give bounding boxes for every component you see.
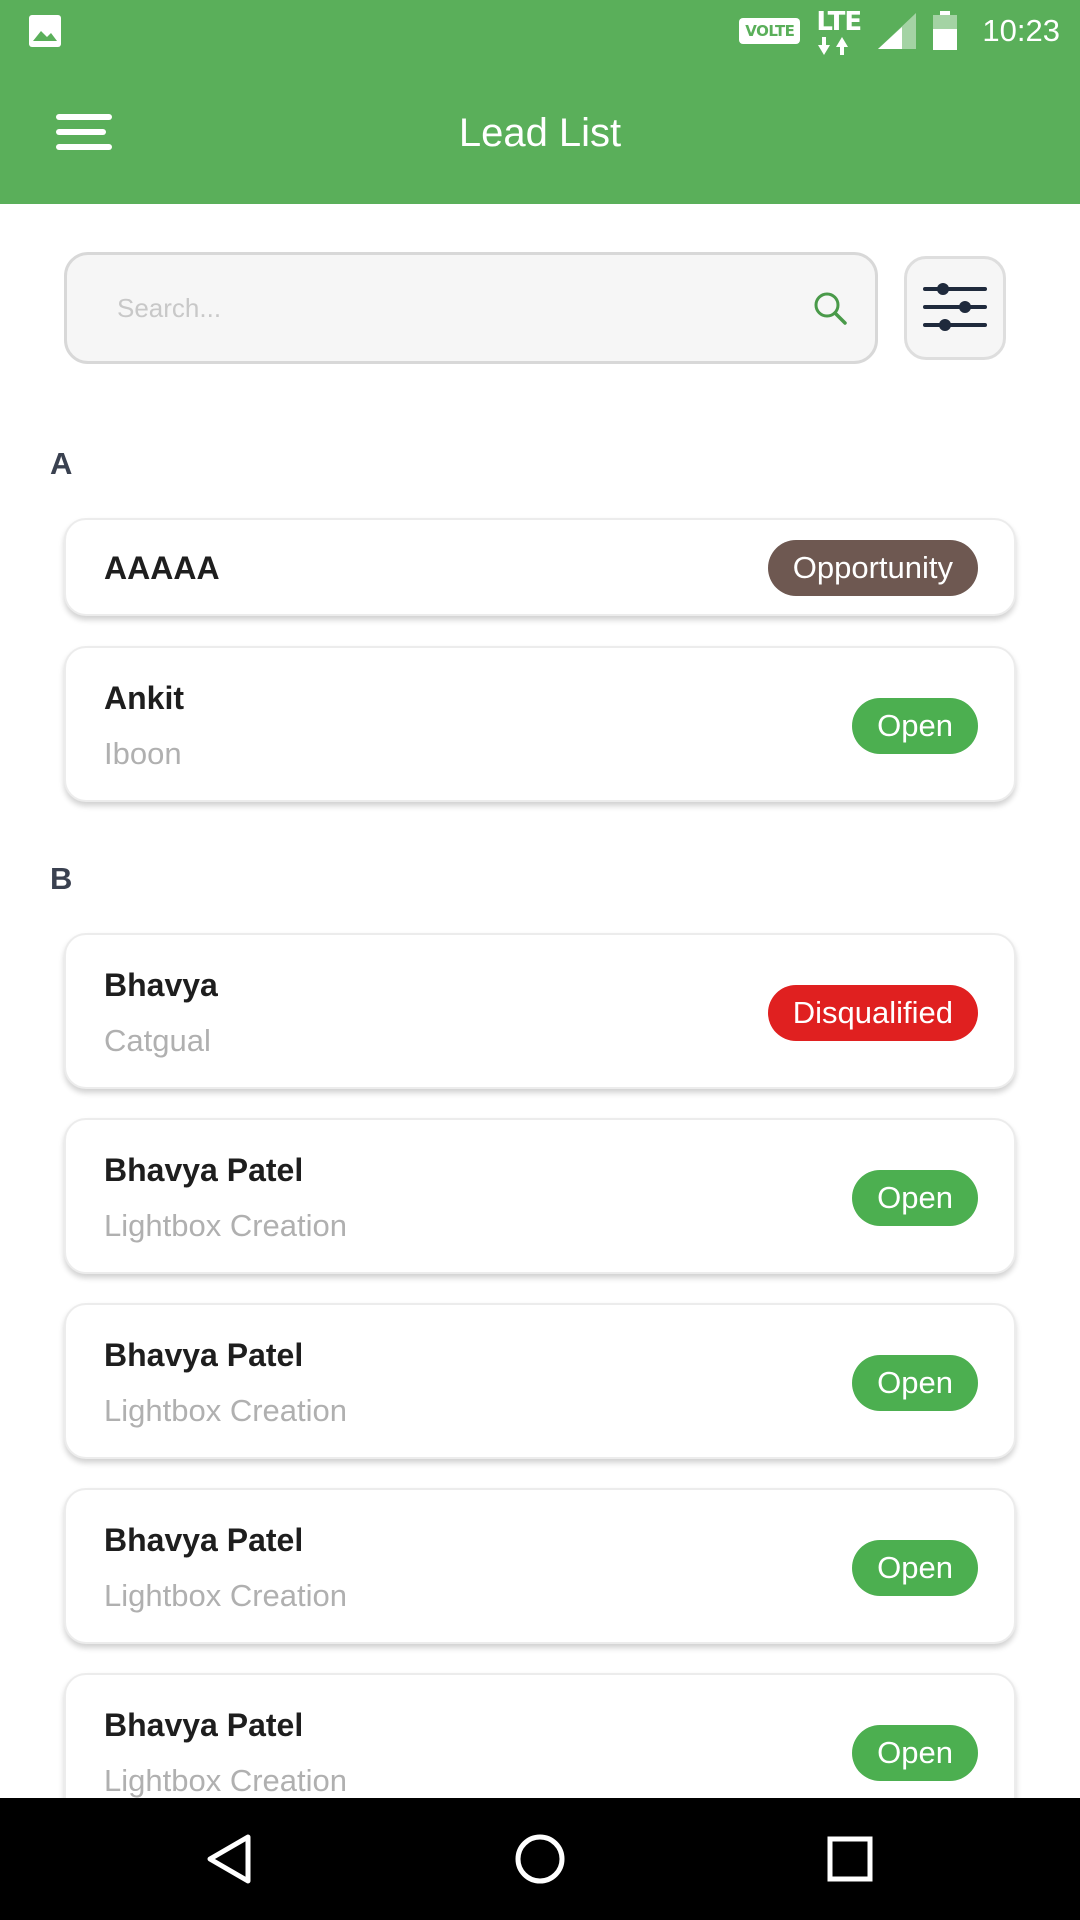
lead-company: Lightbox Creation bbox=[104, 1208, 347, 1243]
status-bar: VOLTE LTE 10:23 bbox=[0, 0, 1080, 62]
lead-card[interactable]: Bhavya Catgual Disqualified bbox=[64, 933, 1016, 1089]
status-badge: Open bbox=[852, 1170, 978, 1226]
lead-card[interactable]: Bhavya Patel Lightbox Creation Open bbox=[64, 1118, 1016, 1274]
signal-icon bbox=[878, 13, 917, 49]
lead-company: Iboon bbox=[104, 736, 182, 771]
battery-icon bbox=[933, 11, 958, 50]
back-triangle-icon[interactable] bbox=[202, 1831, 258, 1887]
status-badge: Open bbox=[852, 1540, 978, 1596]
image-icon bbox=[29, 15, 61, 47]
status-badge: Opportunity bbox=[767, 540, 978, 596]
app-bar: Lead List bbox=[0, 62, 1080, 204]
section-header-b: B bbox=[50, 861, 73, 896]
lead-company: Lightbox Creation bbox=[104, 1578, 347, 1613]
lead-name: AAAAA bbox=[104, 550, 220, 586]
volte-badge: VOLTE bbox=[739, 18, 801, 44]
home-circle-icon[interactable] bbox=[512, 1831, 568, 1887]
search-icon[interactable] bbox=[811, 289, 849, 327]
lead-company: Lightbox Creation bbox=[104, 1763, 347, 1798]
lead-name: Bhavya Patel bbox=[104, 1522, 304, 1558]
search-box[interactable] bbox=[64, 252, 878, 364]
lead-company: Catgual bbox=[104, 1023, 211, 1058]
lead-card[interactable]: Bhavya Patel Lightbox Creation Open bbox=[64, 1303, 1016, 1459]
status-badge: Disqualified bbox=[767, 985, 978, 1041]
sliders-icon bbox=[923, 283, 987, 331]
section-header-a: A bbox=[50, 446, 73, 481]
lead-card[interactable]: AAAAA Opportunity bbox=[64, 518, 1016, 616]
lead-name: Ankit bbox=[104, 680, 184, 716]
status-badge: Open bbox=[852, 1725, 978, 1781]
lead-company: Lightbox Creation bbox=[104, 1393, 347, 1428]
search-input[interactable] bbox=[115, 255, 755, 361]
lead-name: Bhavya Patel bbox=[104, 1707, 304, 1743]
status-indicators: VOLTE LTE 10:23 bbox=[739, 0, 1060, 62]
status-badge: Open bbox=[852, 1355, 978, 1411]
status-badge: Open bbox=[852, 698, 978, 754]
filter-button[interactable] bbox=[904, 256, 1006, 360]
lead-name: Bhavya Patel bbox=[104, 1337, 304, 1373]
lte-indicator: LTE bbox=[814, 7, 862, 55]
lead-name: Bhavya bbox=[104, 967, 218, 1003]
recents-square-icon[interactable] bbox=[822, 1831, 878, 1887]
lead-name: Bhavya Patel bbox=[104, 1152, 304, 1188]
lead-card[interactable]: Bhavya Patel Lightbox Creation Open bbox=[64, 1488, 1016, 1644]
lead-card[interactable]: Ankit Iboon Open bbox=[64, 646, 1016, 802]
system-nav-bar bbox=[0, 1798, 1080, 1920]
page-title: Lead List bbox=[458, 110, 622, 155]
data-arrows-icon bbox=[818, 37, 849, 55]
status-time: 10:23 bbox=[982, 13, 1060, 48]
